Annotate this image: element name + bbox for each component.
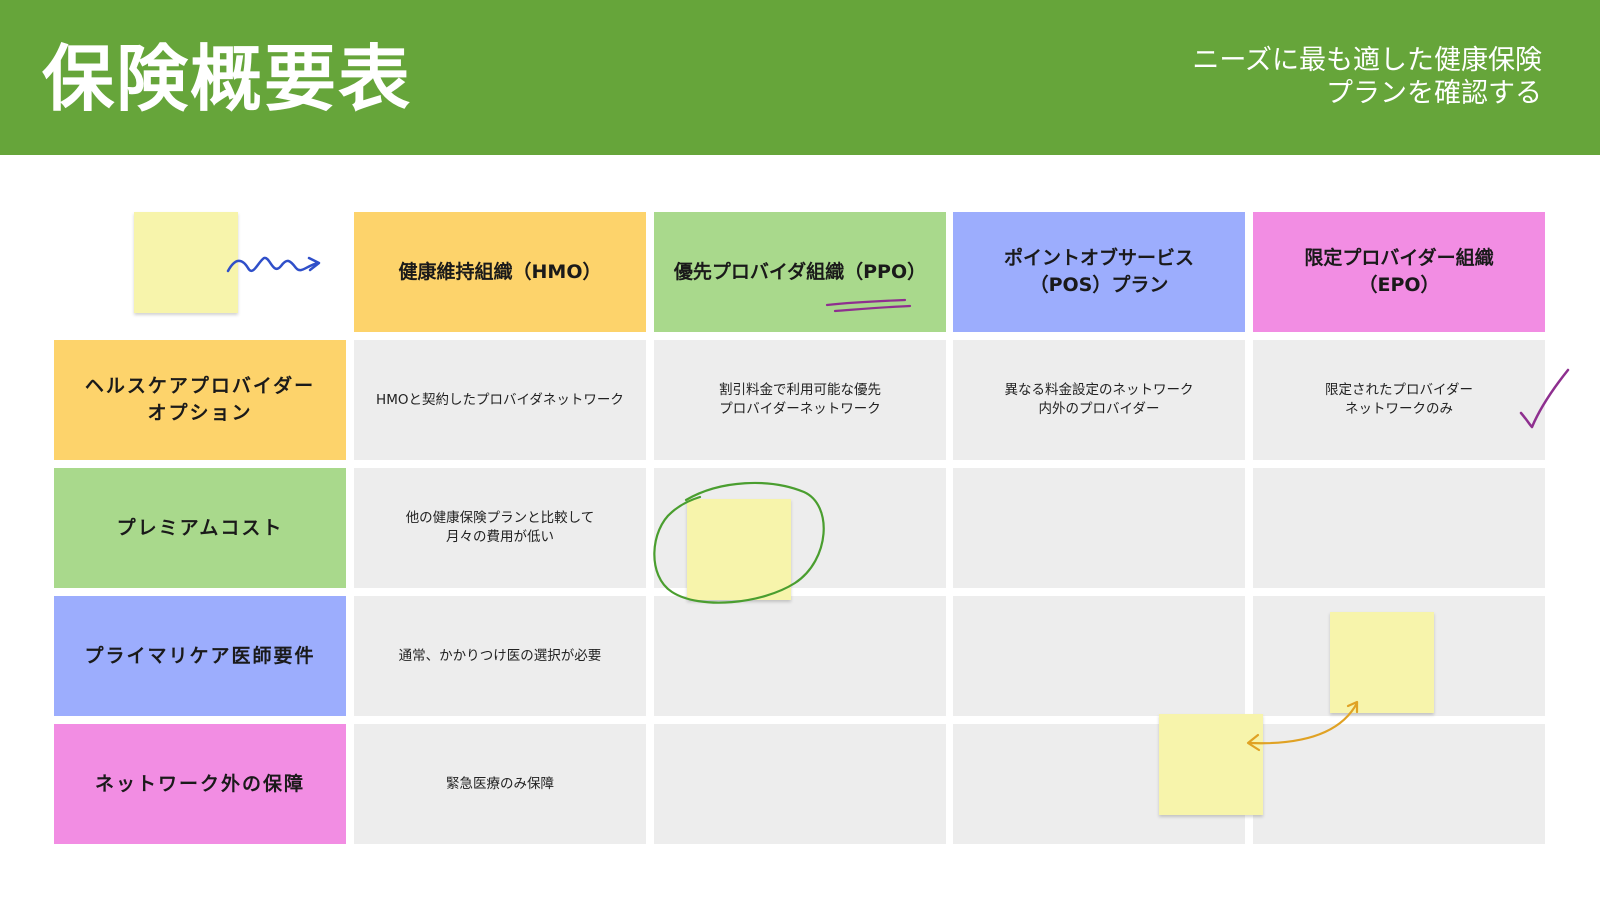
table-cell[interactable]: 他の健康保険プランと比較して 月々の費用が低い [354, 468, 646, 588]
row-header-primary-care[interactable]: プライマリケア医師要件 [54, 596, 346, 716]
table-cell[interactable]: 異なる料金設定のネットワーク 内外のプロバイダー [953, 340, 1245, 460]
sticky-note[interactable] [1159, 714, 1263, 815]
column-header-pos[interactable]: ポイントオブサービス （POS）プラン [953, 212, 1245, 332]
column-header-ppo[interactable]: 優先プロバイダ組織（PPO） [654, 212, 946, 332]
table-cell[interactable] [953, 596, 1245, 716]
sticky-note[interactable] [687, 499, 791, 600]
sticky-note[interactable] [134, 212, 238, 313]
page-subtitle: ニーズに最も適した健康保険 プランを確認する [1022, 44, 1542, 110]
table-cell[interactable] [654, 596, 946, 716]
table-cell[interactable]: 割引料金で利用可能な優先 プロバイダーネットワーク [654, 340, 946, 460]
table-cell[interactable]: HMOと契約したプロバイダネットワーク [354, 340, 646, 460]
table-cell[interactable]: 通常、かかりつけ医の選択が必要 [354, 596, 646, 716]
row-header-premium-cost[interactable]: プレミアムコスト [54, 468, 346, 588]
header-banner: 保険概要表 ニーズに最も適した健康保険 プランを確認する [0, 0, 1600, 155]
table-cell[interactable]: 緊急医療のみ保障 [354, 724, 646, 844]
column-header-epo[interactable]: 限定プロバイダー組織 （EPO） [1253, 212, 1545, 332]
table-cell[interactable] [1253, 468, 1545, 588]
table-cell[interactable] [654, 724, 946, 844]
subtitle-line: ニーズに最も適した健康保険 [1192, 45, 1542, 76]
row-header-provider-options[interactable]: ヘルスケアプロバイダー オプション [54, 340, 346, 460]
subtitle-line: プランを確認する [1326, 78, 1542, 109]
sticky-note[interactable] [1330, 612, 1434, 713]
page-title: 保険概要表 [42, 37, 413, 121]
table-cell[interactable]: 限定されたプロバイダー ネットワークのみ [1253, 340, 1545, 460]
table-cell[interactable] [1253, 724, 1545, 844]
table-cell[interactable] [953, 468, 1245, 588]
squiggle-arrow-icon [226, 256, 321, 273]
row-header-out-of-network[interactable]: ネットワーク外の保障 [54, 724, 346, 844]
column-header-hmo[interactable]: 健康維持組織（HMO） [354, 212, 646, 332]
